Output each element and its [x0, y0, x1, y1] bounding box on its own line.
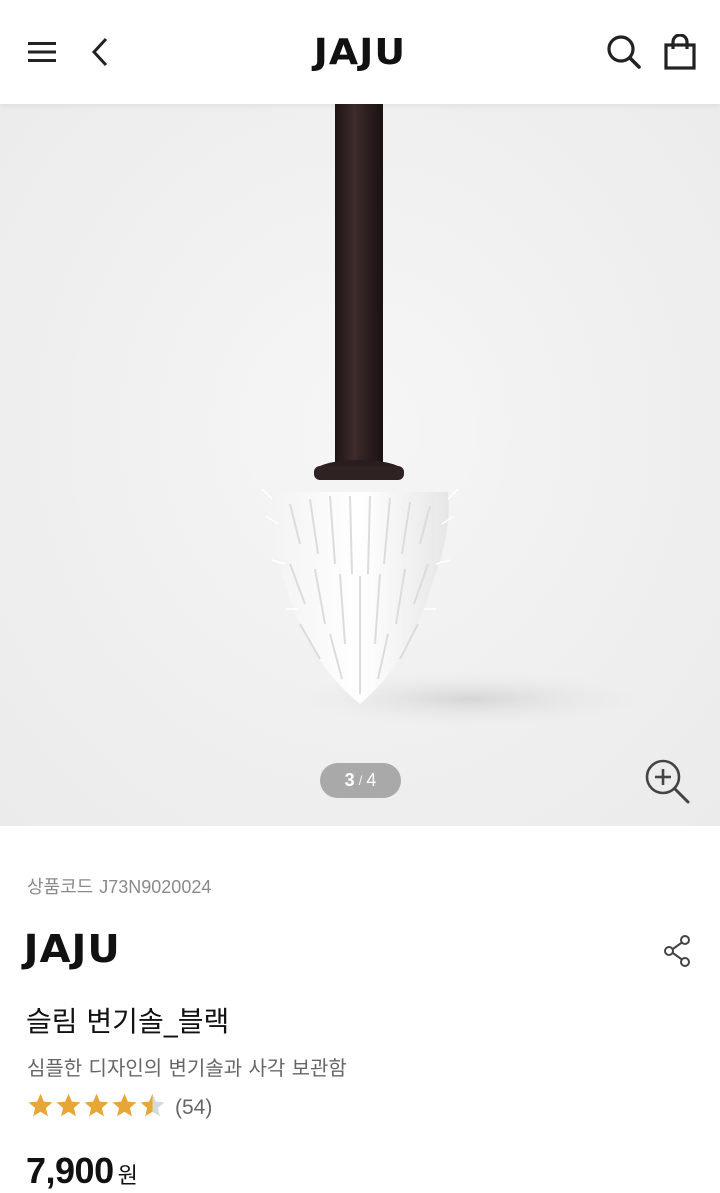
search-icon [607, 35, 641, 69]
logo-text: JAJU [313, 31, 407, 73]
hamburger-menu-icon [28, 42, 56, 62]
product-title: 슬림 변기솔_블랙 [26, 1005, 230, 1038]
star-icon [56, 1093, 81, 1117]
back-button[interactable] [80, 30, 120, 74]
star-icon [84, 1093, 109, 1117]
product-rating[interactable]: (54) [27, 1092, 212, 1123]
rating-stars [27, 1092, 167, 1123]
pager-total: 4 [366, 770, 377, 790]
price-value: 7,900 [26, 1150, 114, 1191]
brand-logo[interactable]: JAJU [23, 926, 121, 972]
header-logo[interactable]: JAJU [300, 30, 420, 74]
review-count: (54) [175, 1095, 213, 1119]
share-button[interactable] [656, 930, 698, 972]
product-subtitle: 심플한 디자인의 변기솔과 사각 보관함 [27, 1056, 347, 1080]
pager-current: 3 [344, 770, 355, 790]
share-icon [664, 935, 690, 967]
star-icon [28, 1093, 53, 1117]
star-icon [112, 1093, 137, 1117]
product-price: 7,900 원 [26, 1150, 138, 1192]
product-code: 상품코드 J73N9020024 [27, 873, 211, 899]
price-unit: 원 [117, 1164, 138, 1189]
cart-button[interactable] [656, 28, 704, 76]
product-image-gallery[interactable]: 3 / 4 [0, 104, 720, 826]
zoom-button[interactable] [640, 754, 694, 808]
chevron-left-icon [91, 37, 108, 67]
image-pager: 3 / 4 [320, 763, 401, 798]
product-image [261, 104, 650, 727]
shopping-bag-icon [664, 34, 696, 70]
product-code-value: J73N9020024 [99, 877, 212, 897]
search-button[interactable] [600, 28, 648, 76]
star-icon [140, 1093, 165, 1117]
menu-button[interactable] [20, 30, 64, 74]
product-code-label: 상품코드 [27, 877, 94, 898]
top-header: JAJU [0, 0, 720, 104]
zoom-in-icon [645, 759, 690, 804]
brand-name: JAJU [23, 927, 121, 971]
pager-separator: / [358, 773, 363, 788]
